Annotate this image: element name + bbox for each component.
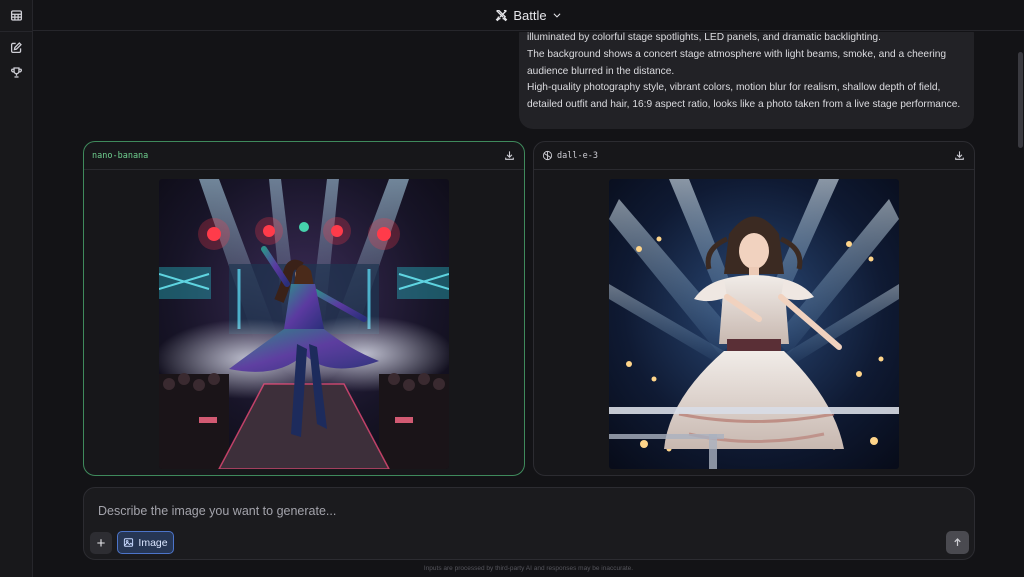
prompt-input[interactable] <box>98 501 858 521</box>
battle-swords-icon <box>495 9 508 22</box>
sidebar <box>0 0 33 577</box>
result-card-dall-e-3: dall-e-3 <box>533 141 975 476</box>
result-card-header: dall-e-3 <box>534 142 974 170</box>
page-title: Battle <box>513 7 547 23</box>
conversation-area[interactable]: illuminated by colorful stage spotlights… <box>33 32 1024 577</box>
add-attachment-button[interactable]: + <box>90 532 112 554</box>
openai-icon <box>542 150 553 161</box>
result-card-header: nano-banana <box>84 142 524 170</box>
result-card-nano-banana: nano-banana <box>83 141 525 476</box>
arrow-up-icon <box>952 537 963 548</box>
model-name: nano-banana <box>92 150 149 161</box>
image-mode-chip[interactable]: Image <box>117 531 174 554</box>
prompt-line: The background shows a concert stage atm… <box>527 48 947 77</box>
image-chip-label: Image <box>138 536 168 549</box>
edit-icon[interactable] <box>7 38 26 57</box>
top-bar: Battle <box>33 0 1024 31</box>
download-icon[interactable] <box>502 149 516 163</box>
chevron-down-icon <box>552 10 562 20</box>
trophy-icon[interactable] <box>7 63 26 82</box>
sidebar-divider <box>0 31 33 32</box>
prompt-line: High-quality photography style, vibrant … <box>527 82 961 111</box>
scrollbar-thumb[interactable] <box>1018 52 1023 148</box>
model-name: dall-e-3 <box>557 150 598 161</box>
mode-selector-button[interactable]: Battle <box>495 8 561 23</box>
prompt-composer: + Image <box>83 487 975 560</box>
disclaimer-text: Inputs are processed by third-party AI a… <box>423 565 634 572</box>
table-icon[interactable] <box>7 6 26 25</box>
download-icon[interactable] <box>952 149 966 163</box>
user-prompt-bubble: illuminated by colorful stage spotlights… <box>519 32 974 129</box>
send-button[interactable] <box>946 531 969 554</box>
generated-image-stage-singer[interactable] <box>609 179 899 469</box>
image-icon <box>123 537 134 548</box>
generated-image-concert-dancer[interactable] <box>159 179 449 469</box>
prompt-line: illuminated by colorful stage spotlights… <box>527 32 881 43</box>
